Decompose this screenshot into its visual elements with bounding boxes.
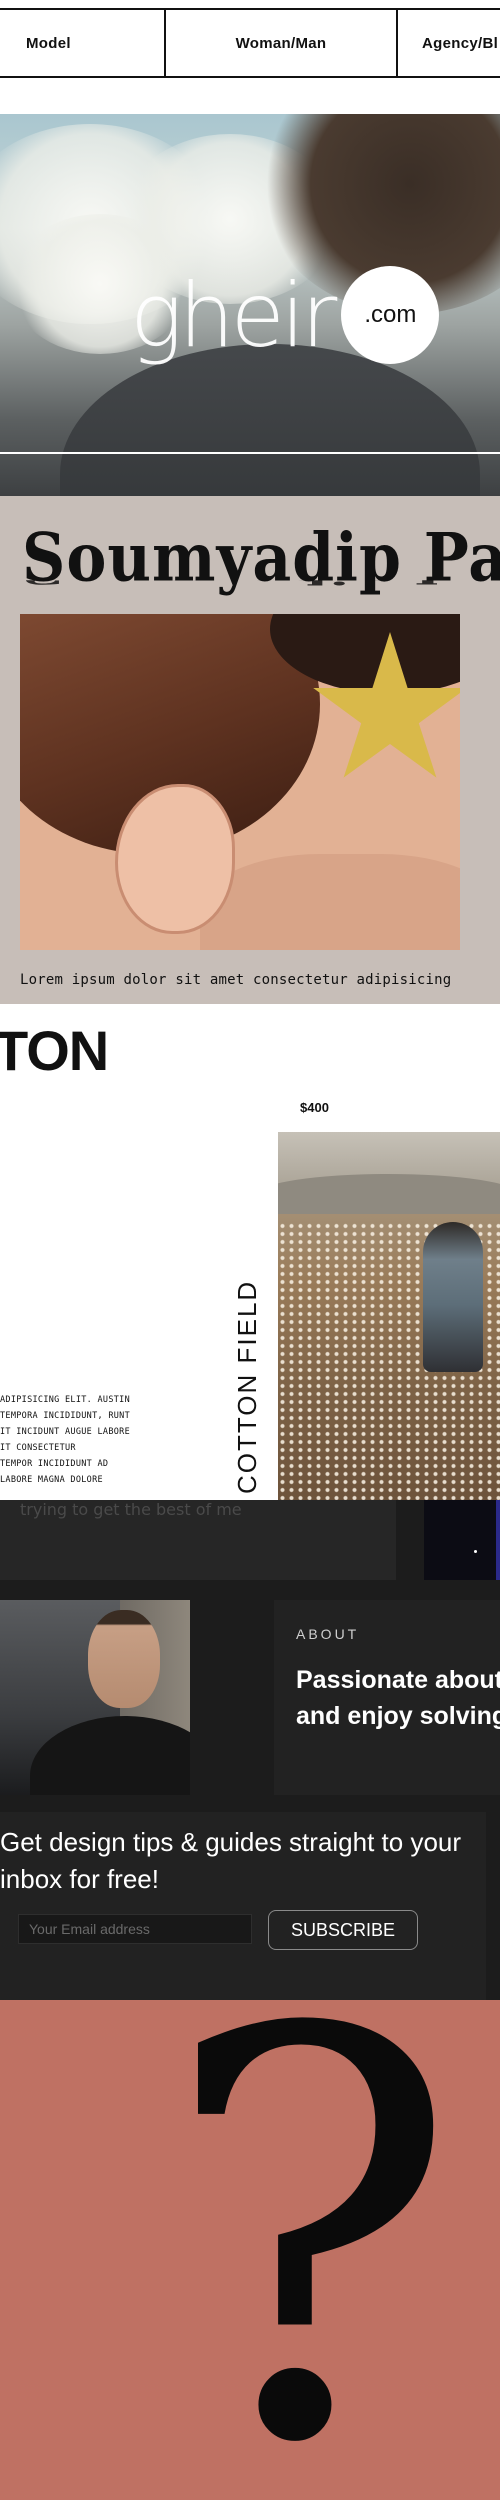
portrait-body: [30, 1716, 190, 1795]
card-caption: Lorem ipsum dolor sit amet consectetur a…: [20, 972, 452, 988]
photo-hills: [278, 1174, 500, 1214]
newsletter-title: Get design tips & guides straight to you…: [0, 1827, 462, 1894]
portfolio-card: Soumyadip Pal Soumyadip Pal Lorem ipsum …: [0, 496, 500, 1004]
logo-domain-badge: .com: [341, 266, 440, 364]
portrait-photo: [0, 1600, 190, 1795]
illustration-ear: [115, 784, 235, 934]
about-label: ABOUT: [296, 1626, 360, 1642]
card-title-reflection-text: Soumyadip Pal: [22, 580, 437, 588]
about-card: ABOUT Passionate about design and enjoy …: [274, 1600, 500, 1795]
nav-tab-woman-man[interactable]: Woman/Man: [166, 10, 398, 76]
dark-portfolio-section: trying to get the best of me ABOUT Passi…: [0, 1500, 500, 2000]
nav-tab-model[interactable]: Model: [0, 10, 166, 76]
hero-divider: [0, 452, 500, 454]
portrait-head: [88, 1610, 160, 1708]
thumbnail-glow: [496, 1500, 500, 1580]
cotton-field-section: TON $400 COTTON FIELD ADIPISICING ELIT. …: [0, 1004, 500, 1500]
illustration-neck: [200, 854, 460, 950]
body-line: IT CONSECTETUR: [0, 1443, 76, 1453]
body-line: ADIPISICING ELIT. AUSTIN: [0, 1395, 131, 1405]
body-line: LABORE MAGNA DOLORE: [0, 1475, 103, 1485]
body-line: TEMPORA INCIDIDUNT, RUNT: [0, 1411, 131, 1421]
photo-person: [423, 1222, 483, 1372]
cotton-vertical-title: COTTON FIELD: [232, 1279, 262, 1494]
newsletter-panel: Get design tips & guides straight to you…: [0, 1812, 486, 2000]
thumbnail-dot: [474, 1550, 477, 1553]
cotton-body-text: ADIPISICING ELIT. AUSTIN TEMPORA INCIDID…: [0, 1392, 150, 1488]
hero-banner: gheir .com: [0, 114, 500, 496]
email-input[interactable]: [18, 1914, 252, 1944]
dark-top-thumbnail: [424, 1500, 500, 1580]
card-title-reflection: Soumyadip Pal: [22, 580, 437, 588]
question-mark-icon: ?: [160, 2000, 461, 2500]
illustration-image: [20, 614, 460, 950]
site-logo[interactable]: gheir .com: [130, 260, 440, 370]
price-label: $400: [300, 1100, 329, 1115]
top-nav: Model Woman/Man Agency/Bl: [0, 8, 500, 78]
field-photo: [278, 1132, 500, 1500]
body-line: IT INCIDUNT AUGUE LABORE: [0, 1427, 131, 1437]
dark-top-panel: trying to get the best of me: [0, 1500, 396, 1580]
nav-tab-agency[interactable]: Agency/Bl: [398, 10, 500, 76]
about-text: Passionate about design and enjoy solvin…: [296, 1666, 500, 1730]
body-line: TEMPOR INCIDIDUNT AD: [0, 1459, 109, 1469]
cotton-heading: TON: [0, 1019, 109, 1082]
question-mark-panel: ?: [0, 2000, 500, 2500]
tagline-text: trying to get the best of me: [20, 1500, 242, 1519]
logo-wordmark: gheir: [130, 263, 337, 367]
subscribe-button[interactable]: SUBSCRIBE: [268, 1910, 418, 1950]
